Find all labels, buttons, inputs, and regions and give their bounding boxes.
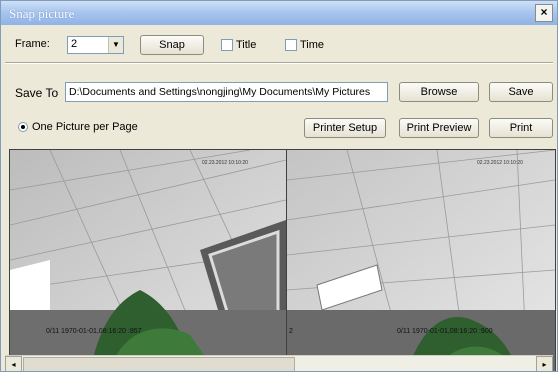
window-title: Snap picture <box>9 6 75 21</box>
title-checkbox-label: Title <box>236 39 257 51</box>
save-to-label: Save To <box>15 86 59 100</box>
print-preview-button[interactable]: Print Preview <box>399 118 479 138</box>
title-checkbox[interactable] <box>221 39 233 51</box>
horizontal-scrollbar[interactable]: ◂ ▸ <box>5 355 553 371</box>
save-path-field[interactable]: D:\Documents and Settings\nongjing\My Do… <box>65 82 388 102</box>
svg-text:02.23.2012 10:10:20: 02.23.2012 10:10:20 <box>477 160 523 166</box>
frame-select[interactable]: 2 ▼ <box>67 36 124 54</box>
camera-frame-2: 02.23.2012 10:10:20 <box>287 150 555 371</box>
close-button[interactable]: × <box>535 4 553 22</box>
print-button[interactable]: Print <box>489 118 553 138</box>
image-2-caption: 0/11 1970-01-01,08:16:20 :900 <box>397 328 493 335</box>
scroll-left-icon[interactable]: ◂ <box>5 356 22 371</box>
title-bar: Snap picture × <box>1 1 557 25</box>
time-checkbox[interactable] <box>285 39 297 51</box>
svg-text:02.23.2012 10:10:20: 02.23.2012 10:10:20 <box>202 160 248 166</box>
image-2-index: 2 <box>289 328 293 335</box>
save-button[interactable]: Save <box>489 82 553 102</box>
image-1-caption: 0/11 1970-01-01,08:16:20 :857 <box>46 328 142 335</box>
one-picture-per-page-radio[interactable] <box>18 122 28 132</box>
chevron-down-icon[interactable]: ▼ <box>108 37 123 53</box>
snap-picture-dialog: Snap picture × Frame: 2 ▼ Snap Title Tim… <box>0 0 558 372</box>
scrollbar-thumb[interactable] <box>23 357 295 371</box>
radio-selected-dot <box>21 125 25 129</box>
browse-button[interactable]: Browse <box>399 82 479 102</box>
snapshot-image-2: 02.23.2012 10:10:20 2 0/11 1970-01-01,08… <box>286 149 556 371</box>
snapshot-image-1: 02.23.2012 10:10:20 0/11 1970-01-01,08:1… <box>9 149 287 371</box>
snap-button[interactable]: Snap <box>140 35 204 55</box>
frame-label: Frame: <box>15 38 50 50</box>
separator <box>5 62 553 64</box>
one-picture-per-page-label: One Picture per Page <box>32 121 138 133</box>
time-checkbox-label: Time <box>300 39 325 51</box>
frame-select-value: 2 <box>71 38 78 50</box>
dialog-content: Frame: 2 ▼ Snap Title Time Save To D:\Do… <box>1 25 557 371</box>
scroll-right-icon[interactable]: ▸ <box>536 356 553 371</box>
printer-setup-button[interactable]: Printer Setup <box>304 118 386 138</box>
camera-frame-1: 02.23.2012 10:10:20 <box>10 150 286 371</box>
